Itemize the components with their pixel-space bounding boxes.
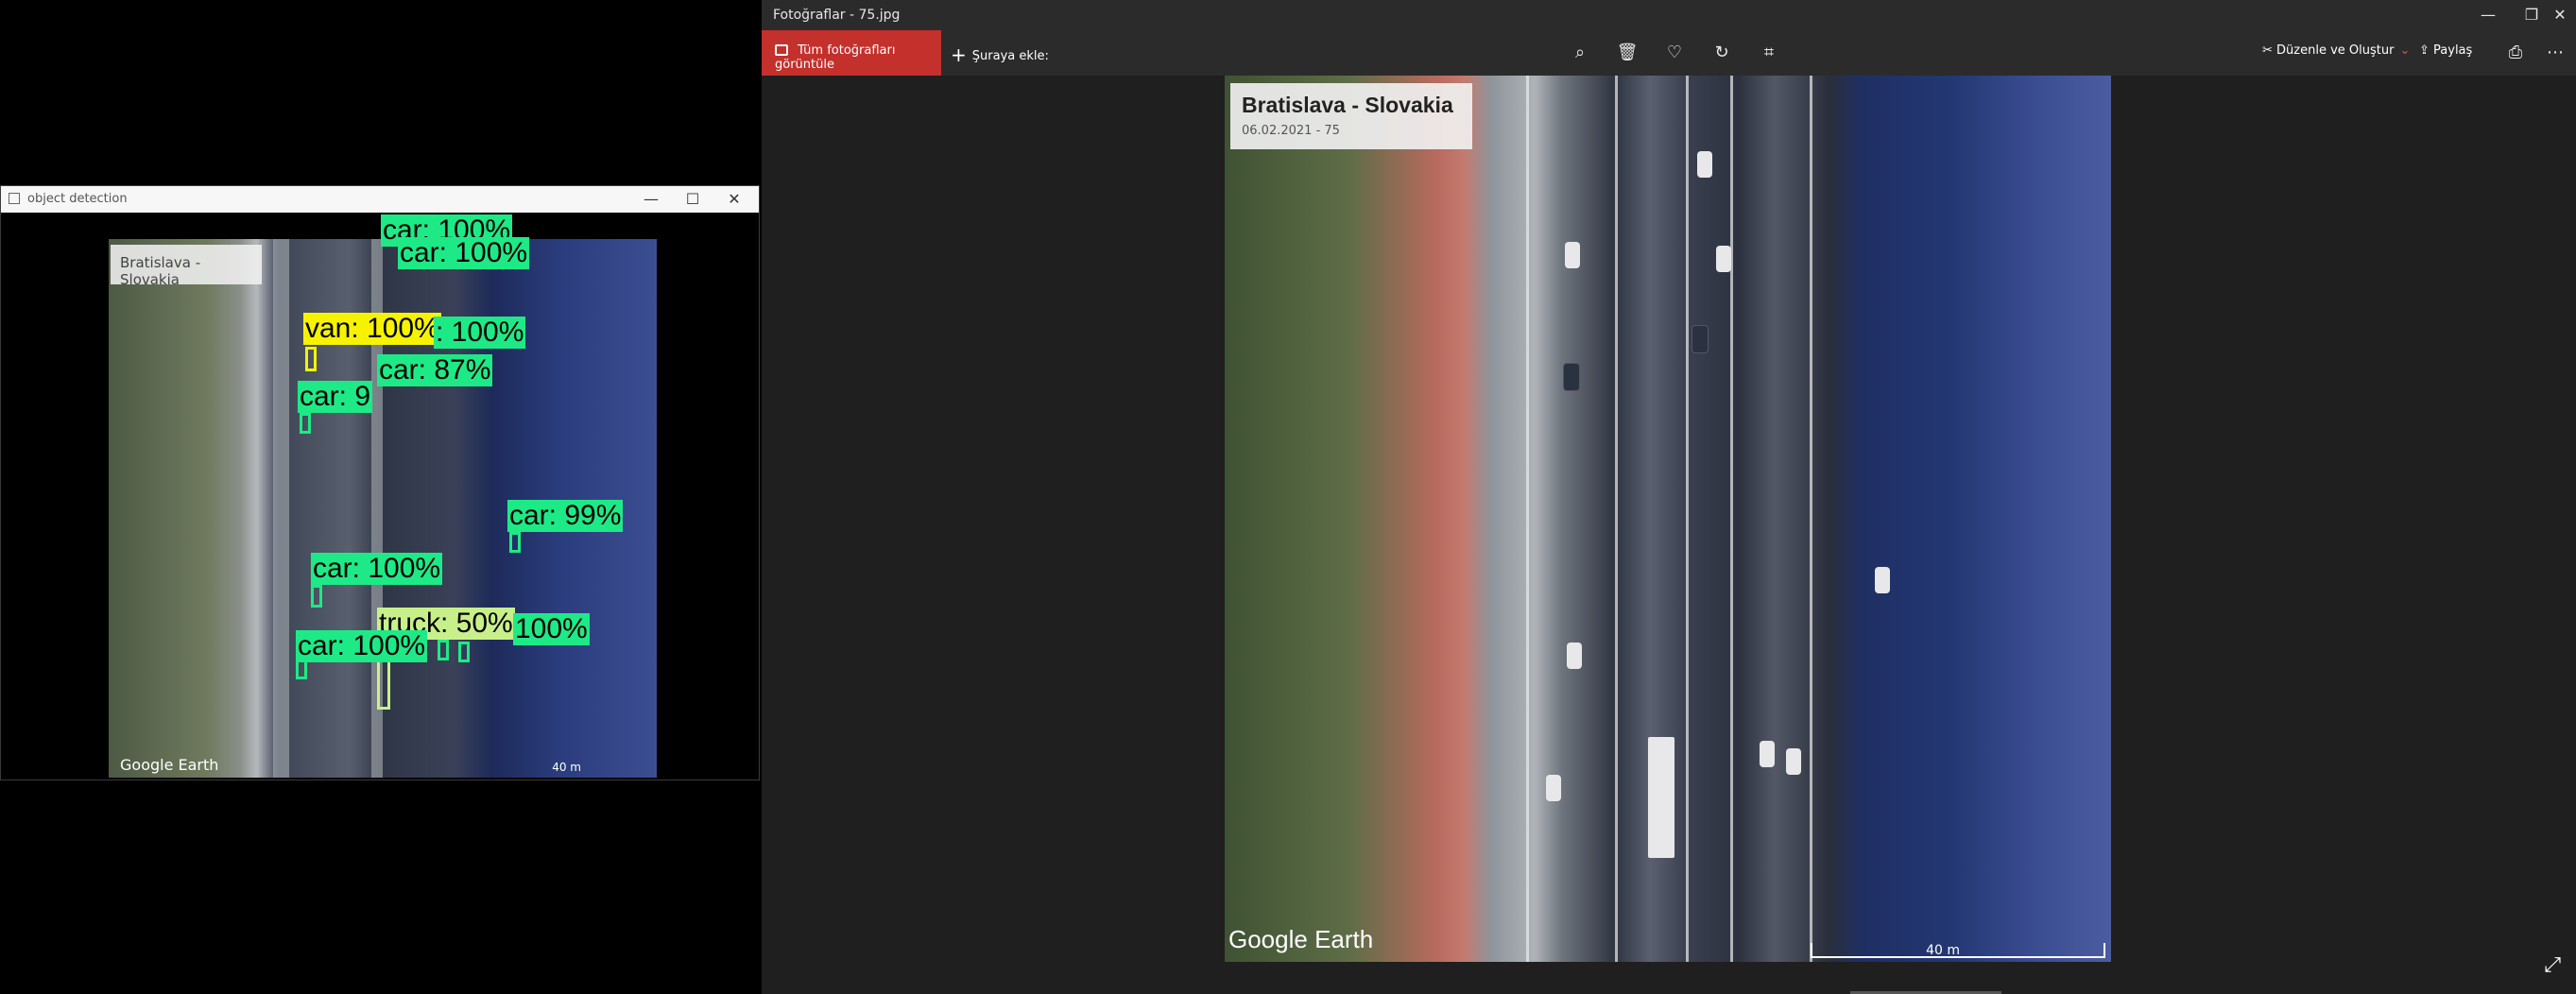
- photos-titlebar[interactable]: Fotoğraflar - 75.jpg — ❐ ✕: [762, 0, 2576, 30]
- detection-label: car: 100%: [311, 553, 443, 585]
- detection-label: : 100%: [434, 317, 526, 349]
- minimize-button[interactable]: —: [632, 189, 670, 210]
- photo-view[interactable]: Bratislava - Slovakia 06.02.2021 - 75 Go…: [1225, 76, 2111, 962]
- detection-box: [458, 642, 470, 662]
- car: [1760, 741, 1775, 767]
- photo-caption-subtitle: 06.02.2021 - 75: [1242, 124, 1340, 138]
- detection-label: car: 100%: [296, 630, 428, 662]
- object-detection-window: object detection — ☐ ✕ Bratislava - Slov…: [0, 185, 760, 780]
- chevron-down-icon: ⌄: [2399, 43, 2411, 58]
- detection-label: car: 9: [298, 381, 373, 413]
- zoom-icon[interactable]: ⌕: [1567, 40, 1593, 66]
- photos-app-window: Fotoğraflar - 75.jpg — ❐ ✕ Tüm fotoğrafl…: [762, 0, 2576, 994]
- google-earth-logo: Google Earth: [1228, 925, 1374, 953]
- photos-icon: [775, 44, 788, 56]
- plus-icon: +: [951, 43, 967, 66]
- lane-marking: [1729, 76, 1733, 962]
- minimize-button[interactable]: —: [2466, 0, 2510, 30]
- add-to-button[interactable]: + Şuraya ekle:: [951, 43, 1049, 66]
- edit-create-button[interactable]: ✂ Düzenle ve Oluştur ⌄: [2262, 43, 2410, 58]
- car: [1692, 325, 1709, 353]
- detection-box: [300, 413, 311, 434]
- detection-box: [509, 532, 521, 553]
- share-label: Paylaş: [2433, 43, 2473, 58]
- scale-label: 40 m: [1926, 943, 1960, 958]
- fullscreen-icon[interactable]: ⤢: [2544, 953, 2561, 977]
- view-all-photos-button[interactable]: Tüm fotoğrafları görüntüle: [762, 30, 941, 76]
- google-earth-logo: Google Earth: [120, 756, 219, 774]
- print-icon[interactable]: ⎙: [2502, 40, 2529, 66]
- more-icon[interactable]: ⋯: [2542, 40, 2568, 66]
- detection-box: [438, 640, 449, 660]
- detection-canvas: Bratislava - Slovakia Google Earth 40 m …: [3, 214, 757, 778]
- detection-label: van: 100%: [303, 313, 441, 345]
- detection-label: car: 87%: [377, 354, 493, 386]
- detection-box: [305, 347, 317, 371]
- lane-marking: [1685, 76, 1689, 962]
- detection-label: 100%: [513, 613, 590, 645]
- detection-box: [311, 585, 322, 608]
- detection-label: car: 100%: [398, 237, 530, 269]
- app-icon: [9, 193, 20, 204]
- car: [1546, 775, 1561, 801]
- od-window-title: object detection: [27, 192, 128, 206]
- close-button[interactable]: ✕: [2538, 0, 2576, 30]
- car: [1786, 748, 1801, 775]
- photo-caption: Bratislava - Slovakia 06.02.2021 - 75: [1230, 83, 1472, 149]
- edit-icon: ✂: [2262, 43, 2277, 58]
- road: [273, 239, 290, 778]
- favorite-icon[interactable]: ♡: [1661, 40, 1688, 66]
- photos-toolbar: Tüm fotoğrafları görüntüle + Şuraya ekle:…: [762, 30, 2576, 76]
- car: [1567, 643, 1582, 669]
- truck: [1648, 737, 1674, 858]
- maximize-button[interactable]: ☐: [674, 189, 712, 210]
- share-icon: ⇪: [2419, 43, 2434, 58]
- photo-caption: Bratislava - Slovakia: [111, 245, 262, 288]
- lane-marking: [1525, 76, 1529, 962]
- car: [1716, 246, 1731, 272]
- car: [1565, 242, 1580, 268]
- detection-label: car: 99%: [507, 500, 624, 532]
- car: [1697, 151, 1712, 178]
- add-to-label: Şuraya ekle:: [971, 49, 1049, 63]
- view-all-label: Tüm fotoğrafları görüntüle: [775, 43, 896, 72]
- close-button[interactable]: ✕: [715, 189, 753, 210]
- delete-icon[interactable]: 🗑: [1614, 40, 1640, 66]
- photo-caption-title: Bratislava - Slovakia: [1242, 93, 1453, 117]
- rotate-icon[interactable]: ↻: [1709, 40, 1735, 66]
- edit-create-label: Düzenle ve Oluştur: [2276, 43, 2395, 58]
- car: [1563, 363, 1580, 391]
- scale-label: 40 m: [552, 761, 581, 774]
- lane-marking: [1614, 76, 1618, 962]
- lane-marking: [1810, 76, 1813, 962]
- crop-icon[interactable]: ⌗: [1756, 40, 1782, 66]
- od-titlebar[interactable]: object detection — ☐ ✕: [1, 186, 759, 213]
- photos-window-title: Fotoğraflar - 75.jpg: [773, 8, 901, 23]
- share-button[interactable]: ⇪ Paylaş: [2419, 43, 2472, 58]
- car: [1875, 567, 1890, 593]
